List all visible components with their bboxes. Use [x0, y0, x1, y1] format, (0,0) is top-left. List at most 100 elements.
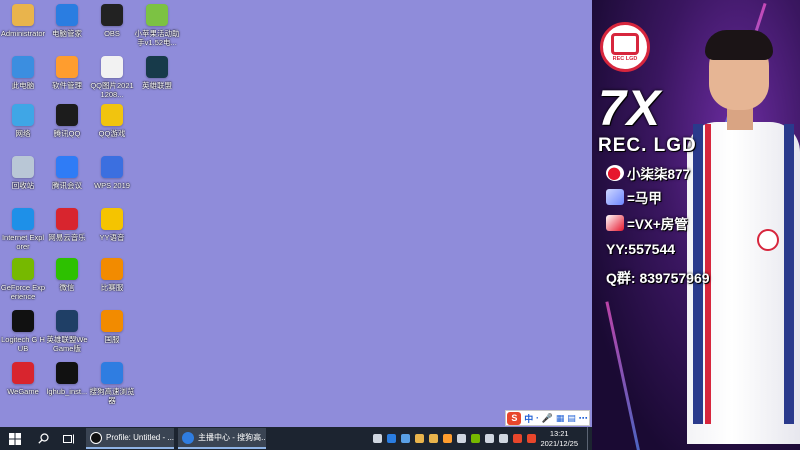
start-button[interactable] [0, 427, 30, 450]
desktop: Administrator 电脑管家 OBS 小苹果活动助手v1.52电... 此电脑 软… [0, 0, 592, 427]
desktop-icon[interactable]: 英雄联盟 [134, 56, 180, 90]
desktop-icon-label: QQ图片20211208... [90, 81, 134, 99]
windows-logo-icon [9, 432, 21, 445]
obs-icon [101, 4, 123, 26]
taskbar-app-sogou-browser[interactable]: 主播中心 - 搜狗高... [178, 428, 266, 449]
desktop-icon[interactable]: 微信 [44, 258, 90, 292]
skin-icon[interactable]: ▤ [567, 413, 576, 424]
task-view-button[interactable] [58, 427, 80, 450]
volume-icon[interactable] [498, 434, 508, 443]
taskbar-app-label: Profile: Untitled - ... [106, 433, 174, 442]
desktop-icon[interactable]: YY语音 [89, 208, 135, 242]
folder-icon[interactable] [428, 434, 438, 443]
display-icon[interactable] [400, 434, 410, 443]
desktop-icon[interactable]: 回收站 [0, 156, 46, 190]
desktop-icon[interactable]: 小苹果活动助手v1.52电... [134, 4, 180, 47]
team-logo: REC LGD [600, 22, 650, 72]
desktop-icon-label: 国服 [104, 335, 120, 344]
apple-icon [146, 4, 168, 26]
team-logo-mark [611, 32, 639, 55]
taskbar-clock[interactable]: 13:21 2021/12/25 [540, 429, 578, 448]
clock-date: 2021/12/25 [540, 438, 578, 448]
qq-penguin-icon [56, 104, 78, 126]
yy-icon [101, 208, 123, 230]
computer-icon [12, 56, 34, 78]
desktop-icon-label: 比赛服 [100, 283, 124, 292]
folder-user-icon [12, 4, 34, 26]
folder-icon[interactable] [414, 434, 424, 443]
desktop-icon[interactable]: 网易云音乐 [44, 208, 90, 242]
desktop-icon[interactable]: GeForce Experience [0, 258, 46, 301]
desktop-icon[interactable]: OBS [89, 4, 135, 38]
qq-group: Q群: 839757969 [606, 270, 710, 286]
player-photo [687, 24, 800, 444]
sogou-ime-logo-icon[interactable]: S [507, 411, 522, 425]
desktop-icon-label: WPS 2019 [94, 181, 130, 190]
show-desktop-button[interactable] [587, 427, 592, 450]
desktop-icon[interactable]: 腾讯会议 [44, 156, 90, 190]
network-icon[interactable] [484, 434, 494, 443]
meeting-icon [56, 156, 78, 178]
image-file-icon [101, 56, 123, 78]
desktop-icon-label: 此电脑 [11, 81, 35, 90]
desktop-icon[interactable]: QQ游戏 [89, 104, 135, 138]
microphone-icon[interactable]: 🎤 [542, 413, 553, 424]
game-account-icon [606, 215, 624, 231]
ime-punctuation-toggle[interactable]: · [536, 413, 539, 423]
desktop-icon[interactable]: Logitech G HUB [0, 310, 46, 353]
jersey-crest [757, 229, 779, 251]
more-icon[interactable]: ⋯ [579, 413, 588, 424]
keyboard-icon[interactable]: ▦ [556, 413, 565, 424]
desktop-icon[interactable]: WPS 2019 [89, 156, 135, 190]
desktop-icon[interactable]: 比赛服 [89, 258, 135, 292]
desktop-icon[interactable]: 电脑管家 [44, 4, 90, 38]
team-logo-text: REC LGD [612, 55, 638, 62]
desktop-icon[interactable]: 网络 [0, 104, 46, 138]
desktop-icon[interactable]: lghub_inst... [44, 362, 90, 396]
desktop-icon-label: YY语音 [99, 233, 125, 242]
keyboard-icon[interactable] [512, 434, 522, 443]
shield-icon[interactable] [442, 434, 452, 443]
desktop-icon[interactable]: QQ图片20211208... [89, 56, 135, 99]
desktop-icon[interactable]: WeGame [0, 362, 46, 396]
taskbar-app-label: 主播中心 - 搜狗高... [198, 433, 266, 442]
search-button[interactable] [32, 427, 54, 450]
contact-text: =VX+房管 [627, 217, 688, 232]
desktop-icon[interactable]: 软件管理 [44, 56, 90, 90]
desktop-icon-label: Logitech G HUB [1, 335, 45, 353]
desktop-icon[interactable]: 英雄联盟WeGame版 [44, 310, 90, 353]
desktop-icon[interactable]: 国服 [89, 310, 135, 344]
ime-toolbar[interactable]: S 中 · 🎤 ▦ ▤ ⋯ [505, 410, 590, 426]
game-account-icon [606, 189, 624, 205]
chevron-up-icon[interactable] [372, 434, 382, 443]
steam-icon[interactable] [456, 434, 466, 443]
desktop-icon[interactable]: 此电脑 [0, 56, 46, 90]
desktop-icon-label: 网易云音乐 [48, 233, 86, 242]
ie-icon [12, 208, 34, 230]
desktop-icon-label: Internet Explorer [1, 233, 45, 251]
desktop-icon-label: 英雄联盟 [142, 81, 172, 90]
desktop-icon-label: 腾讯会议 [52, 181, 82, 190]
logitech-icon [12, 310, 34, 332]
desktop-icon[interactable]: Internet Explorer [0, 208, 46, 251]
desktop-icon[interactable]: Administrator [0, 4, 46, 38]
team-name: REC. LGD [598, 135, 697, 156]
taskbar-app-obs[interactable]: Profile: Untitled - ... [86, 428, 174, 449]
shield-icon[interactable] [386, 434, 396, 443]
alt-account-row: =马甲 [606, 187, 662, 207]
nvidia-icon[interactable] [470, 434, 480, 443]
network-icon [12, 104, 34, 126]
sogou-icon[interactable] [526, 434, 536, 443]
desktop-icon-label: 腾讯QQ [53, 129, 81, 138]
alt-account-text: =马甲 [627, 191, 662, 206]
desktop-icon[interactable]: 腾讯QQ [44, 104, 90, 138]
obs-icon [90, 431, 102, 444]
desktop-icon-label: WeGame [7, 387, 39, 396]
desktop-icon[interactable]: 搜狗高速浏览器 [89, 362, 135, 405]
nvidia-icon [12, 258, 34, 280]
ime-mode-toggle[interactable]: 中 [524, 412, 533, 425]
logitech-icon [56, 362, 78, 384]
desktop-icon-label: 电脑管家 [52, 29, 82, 38]
apps-icon [56, 56, 78, 78]
clock-time: 13:21 [549, 429, 569, 438]
